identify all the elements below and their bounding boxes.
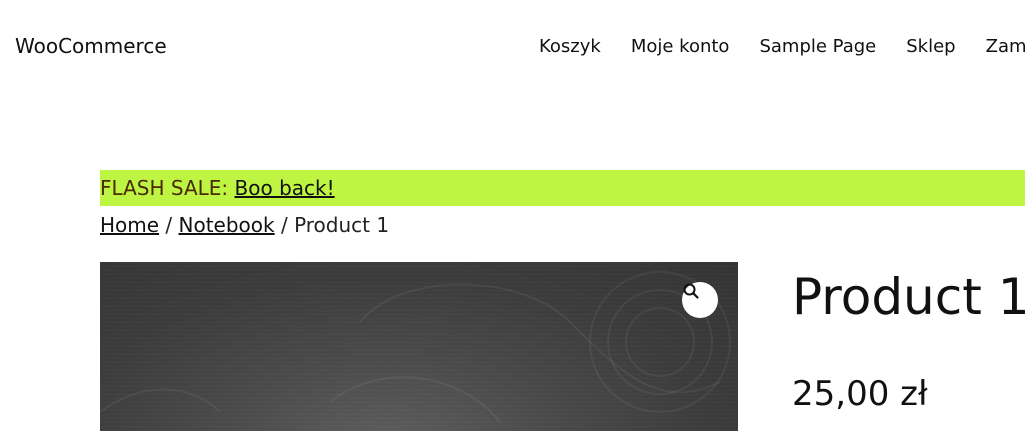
product-image[interactable] — [100, 262, 738, 431]
nav-item-zamowienie[interactable]: Zamówienie — [986, 33, 1025, 61]
breadcrumb-current: Product 1 — [294, 213, 390, 237]
flash-sale-banner: FLASH SALE: Boo back! — [100, 170, 1025, 206]
nav-item-sklep[interactable]: Sklep — [906, 33, 955, 61]
banner-link[interactable]: Boo back! — [235, 176, 335, 200]
image-decoration — [100, 271, 731, 423]
zoom-button[interactable] — [682, 282, 718, 318]
banner-prefix: FLASH SALE: — [100, 176, 235, 200]
nav-item-moje-konto[interactable]: Moje konto — [631, 33, 730, 61]
breadcrumb-category[interactable]: Notebook — [179, 213, 275, 237]
site-title-link[interactable]: WooCommerce — [15, 32, 167, 60]
breadcrumb-separator: / — [159, 213, 179, 237]
product-price: 25,00 zł — [792, 374, 928, 414]
page: WooCommerce Koszyk Moje konto Sample Pag… — [0, 0, 1025, 431]
nav-item-koszyk[interactable]: Koszyk — [539, 33, 601, 61]
breadcrumb-home[interactable]: Home — [100, 213, 159, 237]
nav-item-sample-page[interactable]: Sample Page — [759, 33, 876, 61]
search-icon — [683, 283, 699, 299]
breadcrumb: Home / Notebook / Product 1 — [100, 210, 389, 240]
breadcrumb-separator: / — [274, 213, 295, 237]
main-nav: Koszyk Moje konto Sample Page Sklep Zamó… — [539, 33, 1025, 61]
product-title: Product 1 — [792, 268, 1025, 326]
